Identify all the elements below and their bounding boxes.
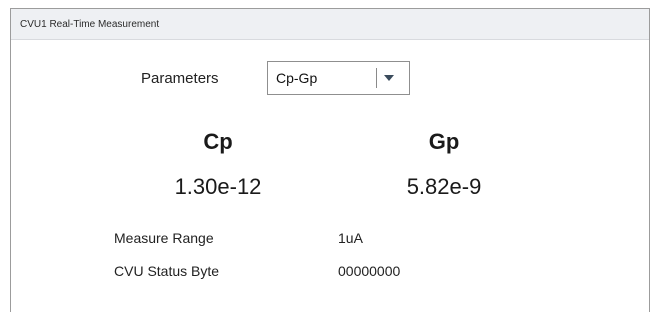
parameters-dropdown[interactable]: Cp-Gp <box>267 61 410 95</box>
window-title: CVU1 Real-Time Measurement <box>20 19 160 30</box>
parameters-selected-value: Cp-Gp <box>276 70 318 86</box>
chevron-down-icon[interactable] <box>384 75 394 81</box>
measurement-value-gp: 5.82e-9 <box>406 174 482 199</box>
parameters-label: Parameters <box>141 70 219 87</box>
dropdown-divider <box>376 68 377 88</box>
measurement-name-cp: Cp <box>203 129 233 154</box>
status-byte-value: 00000000 <box>338 263 401 279</box>
measure-range-label: Measure Range <box>114 230 214 246</box>
measurement-name-gp: Gp <box>428 129 460 154</box>
measurement-value-cp: 1.30e-12 <box>174 174 262 199</box>
window-titlebar: CVU1 Real-Time Measurement <box>11 9 649 40</box>
cvu-measurement-window: CVU1 Real-Time Measurement Parameters Cp… <box>10 8 650 312</box>
measure-range-value: 1uA <box>338 230 363 246</box>
status-byte-label: CVU Status Byte <box>114 263 220 279</box>
